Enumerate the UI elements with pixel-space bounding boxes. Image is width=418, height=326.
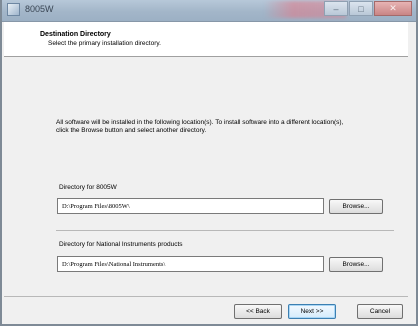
footer-divider <box>4 296 408 297</box>
installer-window: 8005W – □ ✕ Destination Directory Select… <box>0 0 418 326</box>
close-icon[interactable]: ✕ <box>374 1 412 16</box>
header-panel: Destination Directory Select the primary… <box>4 22 408 57</box>
page-title: Destination Directory <box>40 31 111 38</box>
directory-field-8005w[interactable]: D:\Program Files\8005W\ <box>57 198 324 214</box>
installer-icon <box>7 3 20 16</box>
group-divider <box>56 230 394 231</box>
next-button[interactable]: Next >> <box>288 304 336 319</box>
browse-button-8005w[interactable]: Browse... <box>329 199 383 214</box>
directory-label-8005w: Directory for 8005W <box>59 184 117 191</box>
title-bar[interactable]: 8005W – □ ✕ <box>2 0 416 22</box>
back-button[interactable]: << Back <box>234 304 282 319</box>
cancel-button[interactable]: Cancel <box>357 304 403 319</box>
browse-button-ni[interactable]: Browse... <box>329 257 383 272</box>
window-title: 8005W <box>25 4 54 14</box>
directory-field-ni[interactable]: D:\Program Files\National Instruments\ <box>57 256 324 272</box>
page-subtitle: Select the primary installation director… <box>48 40 161 47</box>
maximize-icon[interactable]: □ <box>349 1 373 16</box>
directory-label-ni: Directory for National Instruments produ… <box>59 241 183 248</box>
install-description: All software will be installed in the fo… <box>56 119 344 134</box>
minimize-icon[interactable]: – <box>324 1 348 16</box>
window-controls: – □ ✕ <box>324 1 412 16</box>
